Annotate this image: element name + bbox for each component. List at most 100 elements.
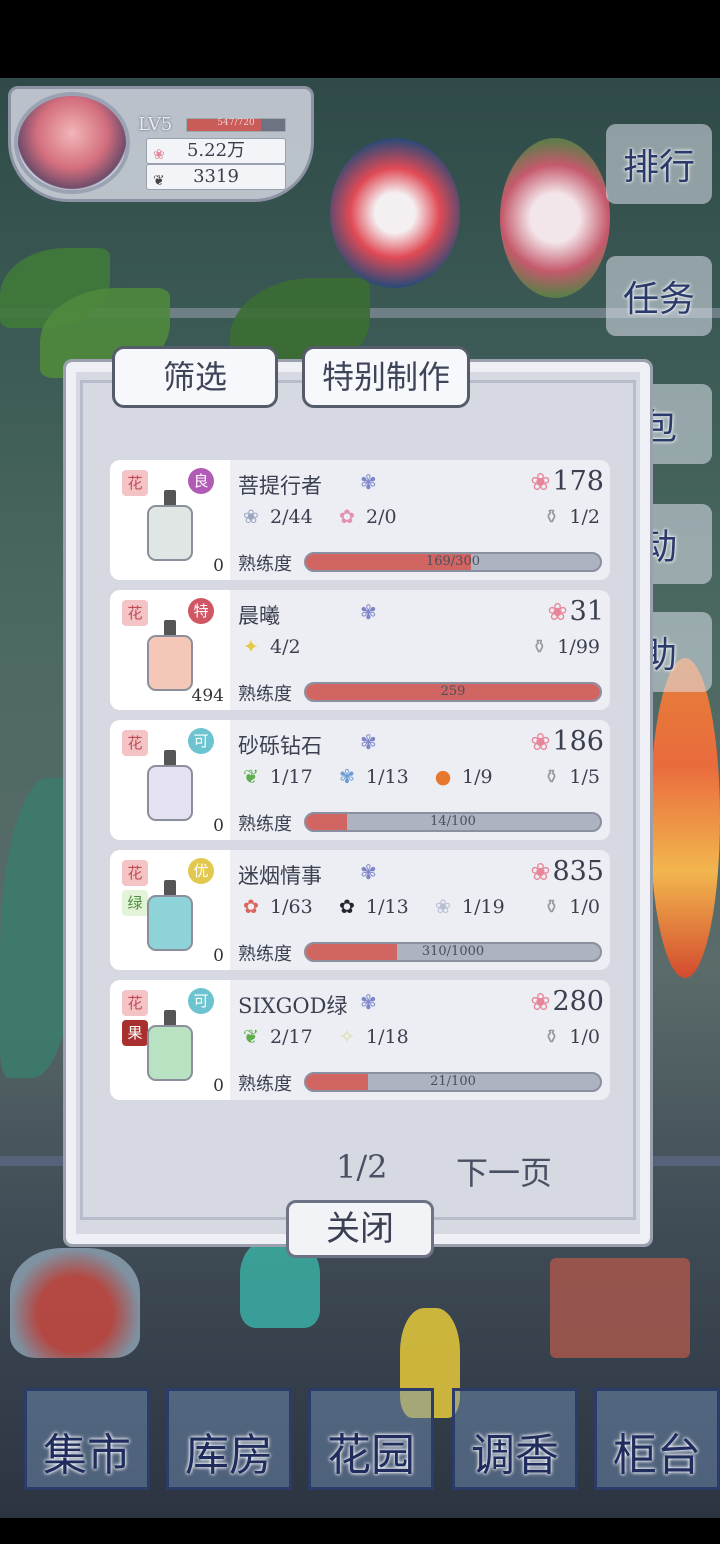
product-requirement: ⚱ 1/5 xyxy=(544,766,601,788)
recipe-card[interactable]: 花 绿 优 0 迷烟情事 ✾ ❀835 ✿ 1/63 ✿ 1/13 ❀ 1/19 ⚱ 1/0… xyxy=(110,850,610,970)
ingredient: ● 1/9 xyxy=(430,766,493,788)
ingredient-qty: 2/17 xyxy=(270,1026,313,1048)
stock-count: 0 xyxy=(213,816,224,836)
leaf-currency: ❦ 3319 xyxy=(146,164,286,190)
recipe-price: ❀31 xyxy=(548,596,604,627)
mini-bottle-icon: ⚱ xyxy=(531,636,548,658)
perfume-bottle-icon xyxy=(147,880,193,951)
ingredient-qty: 1/13 xyxy=(366,766,409,788)
product-qty: 1/0 xyxy=(569,1026,600,1048)
nav-warehouse[interactable]: 库房 xyxy=(166,1388,292,1490)
nav-perfumery[interactable]: 调香 xyxy=(452,1388,578,1490)
player-avatar[interactable] xyxy=(14,92,130,194)
price-value: 835 xyxy=(552,856,604,887)
proficiency-label: 熟练度 xyxy=(238,1074,292,1095)
proficiency-value: 259 xyxy=(440,684,466,699)
perfume-bottle-icon xyxy=(147,620,193,691)
black-rose-icon: ✿ xyxy=(339,896,355,918)
mini-bottle-icon: ⚱ xyxy=(543,766,560,788)
favorite-flower-icon[interactable]: ✾ xyxy=(360,470,377,494)
stock-count: 0 xyxy=(213,946,224,966)
petal-icon: ❀ xyxy=(530,468,551,496)
product-requirement: ⚱ 1/0 xyxy=(544,896,601,918)
white-sprig-icon: ✧ xyxy=(339,1026,355,1048)
blue-flower-icon: ✾ xyxy=(339,766,355,788)
hanging-flower-basket xyxy=(330,138,460,288)
proficiency-label: 熟练度 xyxy=(238,814,292,835)
nav-market[interactable]: 集市 xyxy=(24,1388,150,1490)
proficiency-value: 14/100 xyxy=(430,814,476,829)
ingredient: ✦ 4/2 xyxy=(238,636,301,658)
mint-leaf-icon: ❦ xyxy=(243,766,259,788)
favorite-flower-icon[interactable]: ✾ xyxy=(360,730,377,754)
proficiency-value: 169/300 xyxy=(425,554,480,569)
favorite-flower-icon[interactable]: ✾ xyxy=(360,990,377,1014)
exp-text: 547/720 xyxy=(217,118,255,128)
perfume-thumbnail: 花 可 0 xyxy=(110,720,230,840)
stock-count: 0 xyxy=(213,1076,224,1096)
recipe-name: SIXGOD绿 xyxy=(238,994,348,1018)
tab-filter[interactable]: 筛选 xyxy=(112,346,278,408)
product-qty: 1/0 xyxy=(569,896,600,918)
mini-bottle-icon: ⚱ xyxy=(543,506,560,528)
orange-flowers xyxy=(650,658,720,978)
page-indicator: 1/2 xyxy=(336,1148,388,1186)
recipe-price: ❀178 xyxy=(530,466,604,497)
orange-fruit-icon: ● xyxy=(434,766,452,788)
mini-bottle-icon: ⚱ xyxy=(543,896,560,918)
tasks-button[interactable]: 任务 xyxy=(606,256,712,336)
product-qty: 1/5 xyxy=(569,766,600,788)
recipe-price: ❀186 xyxy=(530,726,604,757)
perfume-thumbnail: 花 良 0 xyxy=(110,460,230,580)
product-qty: 1/99 xyxy=(557,636,600,658)
tab-special-craft[interactable]: 特别制作 xyxy=(302,346,470,408)
proficiency-value: 21/100 xyxy=(430,1074,476,1089)
perfume-bottle-icon xyxy=(147,1010,193,1081)
favorite-flower-icon[interactable]: ✾ xyxy=(360,600,377,624)
ingredient: ✿ 1/63 xyxy=(238,896,313,918)
leaf-icon: ❦ xyxy=(153,173,165,189)
proficiency-bar: 21/100 xyxy=(304,1072,602,1092)
ingredient-qty: 2/0 xyxy=(366,506,397,528)
ingredient-qty: 1/9 xyxy=(462,766,493,788)
recipe-card[interactable]: 花 可 0 砂砾钻石 ✾ ❀186 ❦ 1/17 ✾ 1/13 ● 1/9 ⚱ 1/5 熟练… xyxy=(110,720,610,840)
ingredient: ❦ 1/17 xyxy=(238,766,313,788)
ingredient-qty: 1/19 xyxy=(462,896,505,918)
product-requirement: ⚱ 1/0 xyxy=(544,1026,601,1048)
exp-bar: 547/720 xyxy=(186,118,286,132)
recipe-price: ❀280 xyxy=(530,986,604,1017)
nav-garden[interactable]: 花园 xyxy=(308,1388,434,1490)
product-requirement: ⚱ 1/2 xyxy=(544,506,601,528)
stock-count: 0 xyxy=(213,556,224,576)
ingredient-qty: 1/13 xyxy=(366,896,409,918)
recipe-name: 菩提行者 xyxy=(238,474,322,498)
pink-lily-icon: ✿ xyxy=(339,506,355,528)
perfume-thumbnail: 花 特 494 xyxy=(110,590,230,710)
ranking-button[interactable]: 排行 xyxy=(606,124,712,204)
leaf-count: 3319 xyxy=(193,166,239,187)
ingredient-qty: 2/44 xyxy=(270,506,313,528)
proficiency-label: 熟练度 xyxy=(238,944,292,965)
petal-icon: ❀ xyxy=(547,598,568,626)
recipe-price: ❀835 xyxy=(530,856,604,887)
recipe-name: 砂砾钻石 xyxy=(238,734,322,758)
recipe-card[interactable]: 花 特 494 晨曦 ✾ ❀31 ✦ 4/2 ⚱ 1/99 熟练度 259 xyxy=(110,590,610,710)
product-requirement: ⚱ 1/99 xyxy=(531,636,600,658)
close-button[interactable]: 关闭 xyxy=(286,1200,434,1258)
ingredient-qty: 4/2 xyxy=(270,636,301,658)
flask xyxy=(10,1248,140,1358)
mint-leaf-icon: ❦ xyxy=(243,1026,259,1048)
red-rose-icon: ✿ xyxy=(243,896,259,918)
perfume-thumbnail: 花 果 可 0 xyxy=(110,980,230,1100)
petal-icon: ❀ xyxy=(530,988,551,1016)
recipe-card[interactable]: 花 果 可 0 SIXGOD绿 ✾ ❀280 ❦ 2/17 ✧ 1/18 ⚱ 1/0 熟… xyxy=(110,980,610,1100)
petal-icon: ❀ xyxy=(530,728,551,756)
proficiency-label: 熟练度 xyxy=(238,554,292,575)
next-page-button[interactable]: 下一页 xyxy=(456,1148,552,1194)
favorite-flower-icon[interactable]: ✾ xyxy=(360,860,377,884)
recipe-card[interactable]: 花 良 0 菩提行者 ✾ ❀178 ❀ 2/44 ✿ 2/0 ⚱ 1/2 熟练度 169… xyxy=(110,460,610,580)
price-value: 280 xyxy=(552,986,604,1017)
ingredient-qty: 1/17 xyxy=(270,766,313,788)
perfume-thumbnail: 花 绿 优 0 xyxy=(110,850,230,970)
nav-counter[interactable]: 柜台 xyxy=(594,1388,720,1490)
